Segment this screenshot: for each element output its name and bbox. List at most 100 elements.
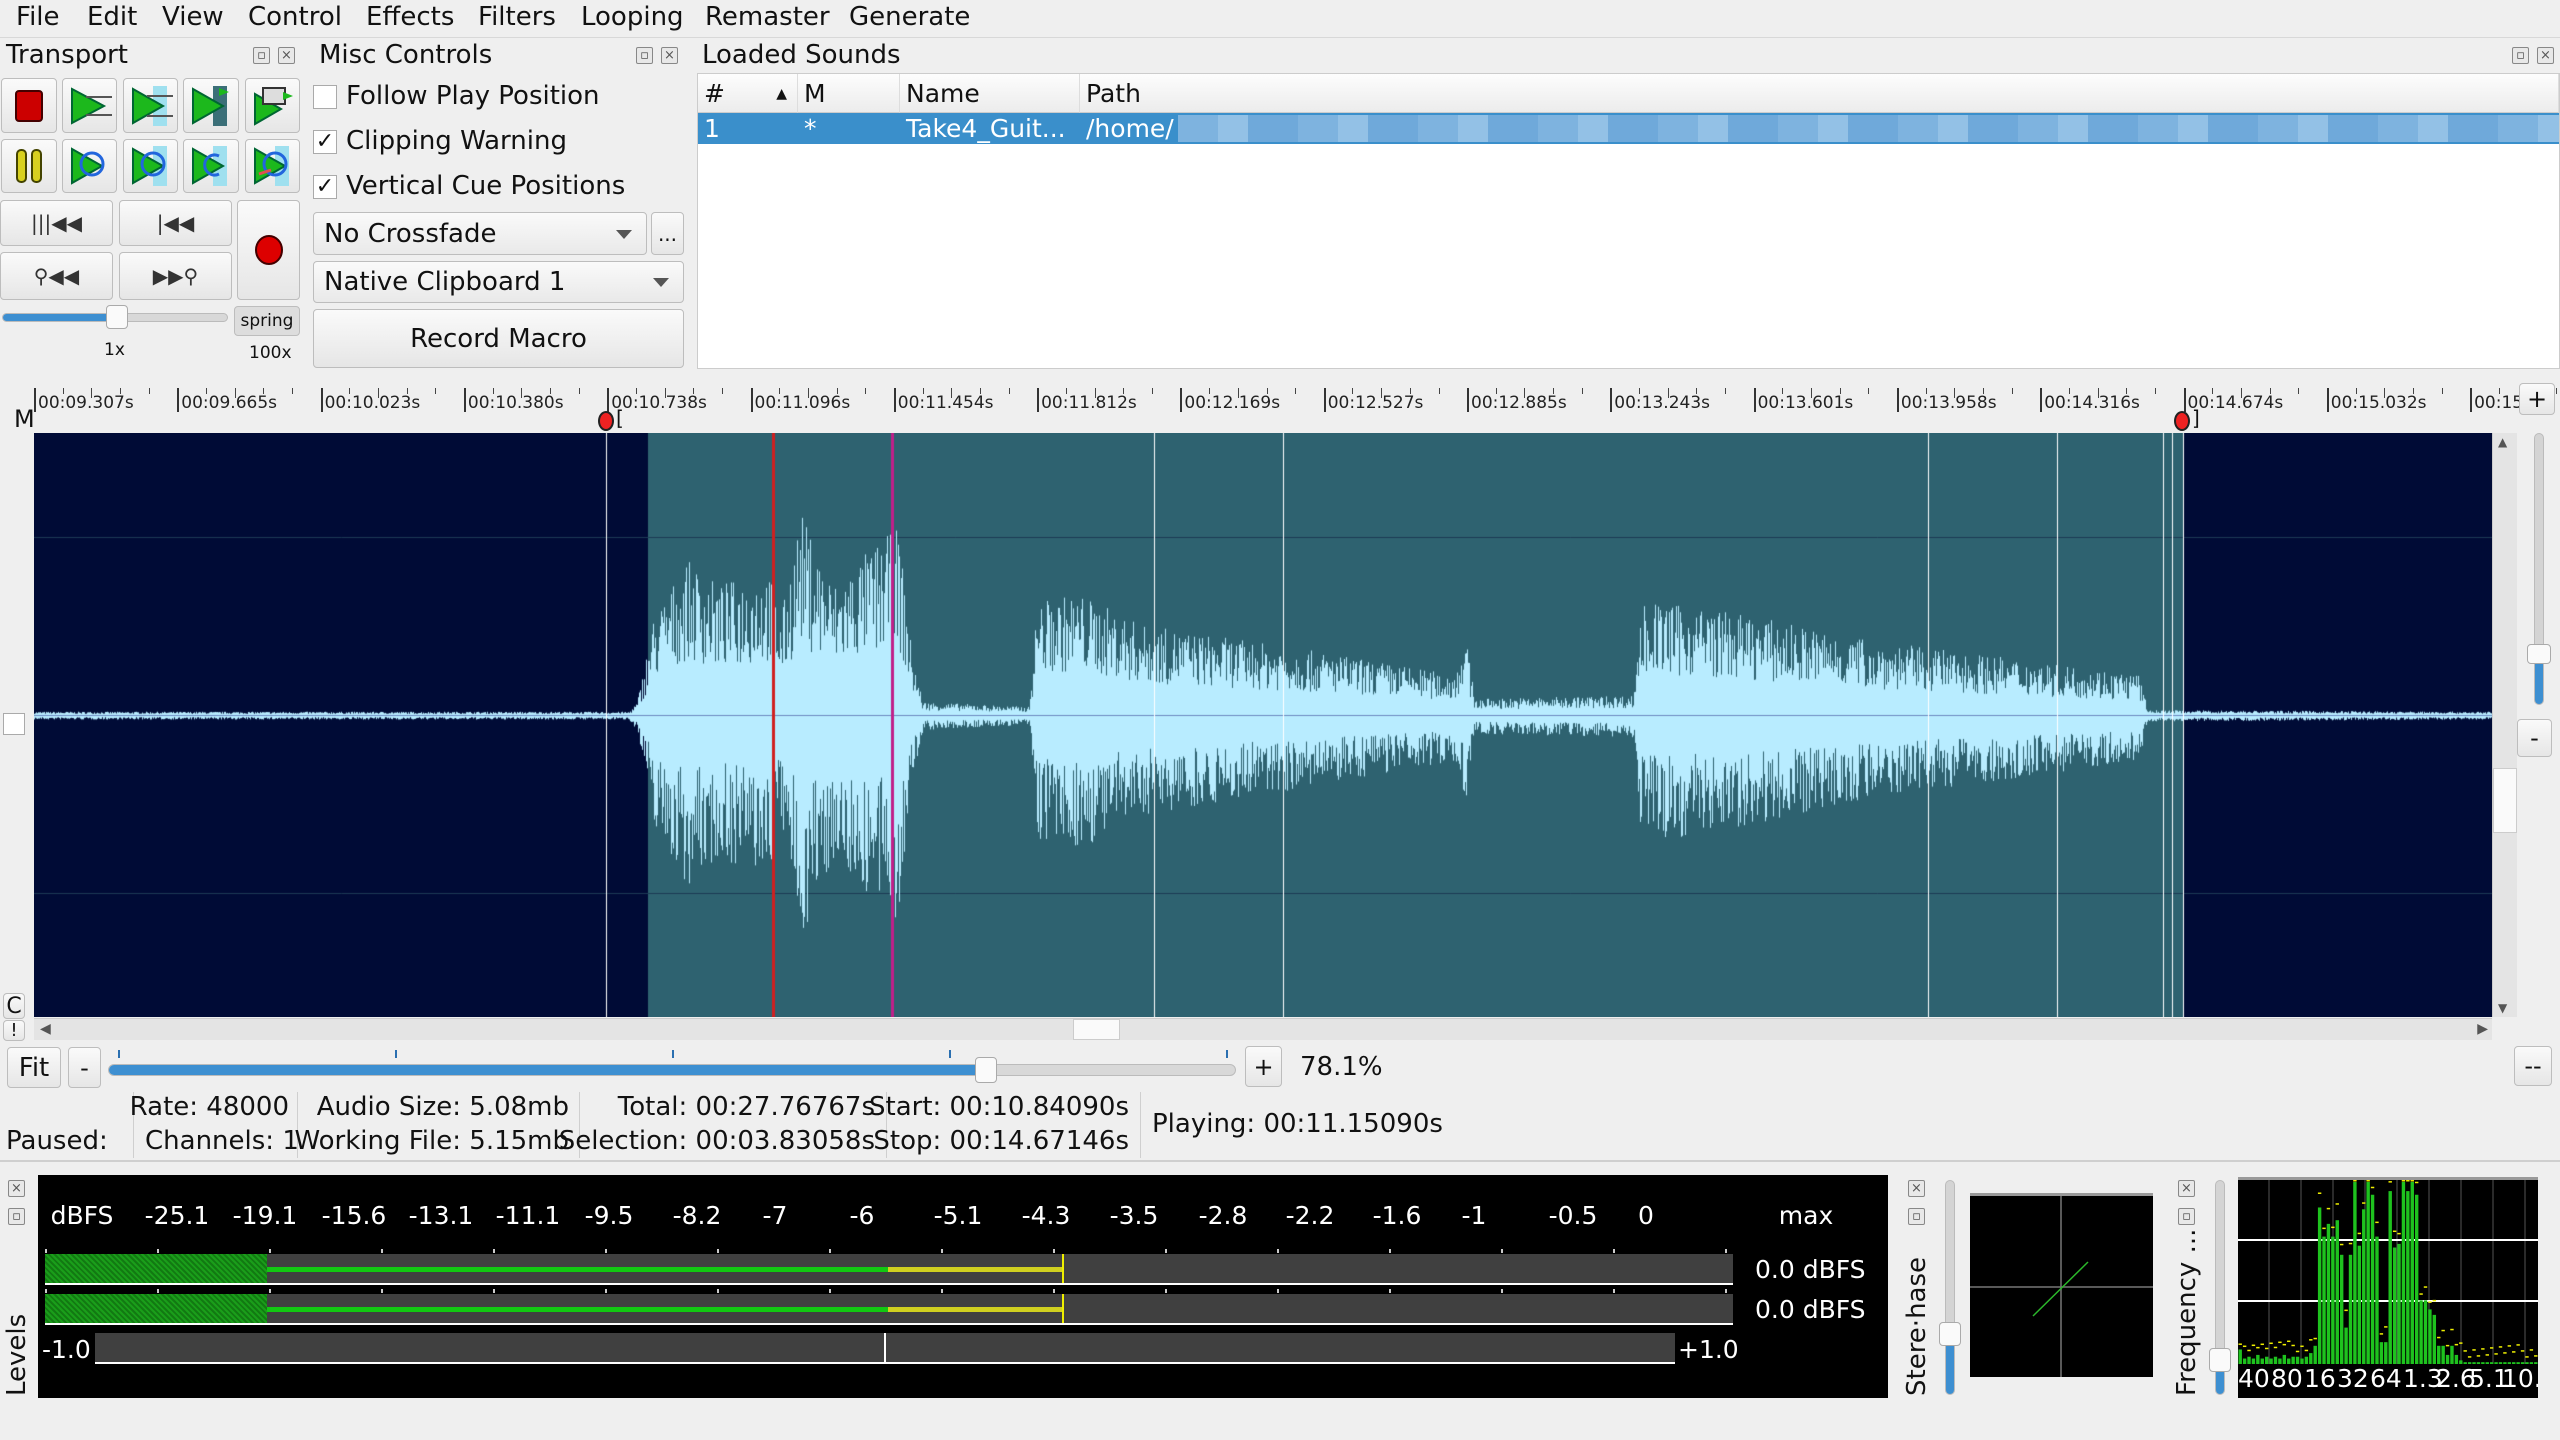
spectrum-bar (2238, 1349, 2242, 1364)
scroll-down-icon[interactable]: ▼ (2498, 1001, 2507, 1015)
vertical-scrollbar[interactable]: ▲ ▼ (2492, 433, 2517, 1017)
spectrum-peak (2273, 1346, 2278, 1349)
close-icon[interactable]: × (2537, 47, 2554, 64)
time-ruler[interactable]: 00:09.307s 00:09.665s 00:10.023s 00:10.380s… (0, 378, 2558, 428)
alert-button[interactable]: ! (3, 1020, 25, 1041)
spectrum-bar (2326, 1223, 2331, 1364)
ruler-tick-label: 00:13.601s (1753, 388, 1853, 413)
play-button[interactable] (62, 78, 117, 133)
fit-button[interactable]: Fit (7, 1047, 61, 1088)
spectrum-peak (2260, 1343, 2264, 1346)
float-icon[interactable]: ▫ (636, 47, 653, 64)
start-cue-marker-icon[interactable] (598, 411, 614, 431)
column-header-path[interactable]: Path (1080, 74, 2559, 113)
column-header-number[interactable]: # ▲ (698, 74, 798, 113)
clipping-warning-checkbox[interactable]: ✓ (313, 130, 337, 154)
float-icon[interactable]: ▫ (8, 1208, 25, 1225)
frequency-gain-handle[interactable] (2209, 1348, 2231, 1372)
frequency-label: 40 (2238, 1364, 2270, 1393)
clipboard-dropdown[interactable]: Native Clipboard 1 (313, 261, 684, 303)
close-icon[interactable]: × (2178, 1180, 2195, 1197)
speed-slider[interactable] (2, 305, 228, 329)
loaded-sounds-table: # ▲ M Name Path 1 * Take4_Guit... /home/ (697, 73, 2560, 369)
stop-cue-marker-icon[interactable] (2174, 411, 2190, 431)
rewind-button[interactable]: ⚲◀◀ (0, 252, 113, 300)
phase-gain-handle[interactable] (1939, 1322, 1961, 1346)
loop-skip-button[interactable] (245, 139, 300, 193)
horizontal-scrollbar[interactable]: ◀ ▶ (34, 1018, 2492, 1040)
menu-filters[interactable]: Filters (478, 2, 556, 32)
spring-button[interactable]: spring (234, 306, 300, 336)
menu-control[interactable]: Control (248, 2, 342, 32)
vertical-zoom-out-button[interactable]: - (2517, 719, 2552, 757)
zoom-slider[interactable] (108, 1057, 1236, 1083)
ruler-minor-tick (1581, 388, 1583, 394)
meter-tick (941, 1249, 943, 1253)
vertical-zoom-in-button[interactable]: + (2519, 383, 2555, 415)
jump-to-selection-start-button[interactable]: |◀◀ (119, 200, 232, 246)
scroll-right-icon[interactable]: ▶ (2477, 1021, 2488, 1037)
spectrum-peak (2401, 1180, 2406, 1182)
horizontal-scroll-handle[interactable] (1073, 1019, 1120, 1040)
column-header-modified[interactable]: M (798, 74, 900, 113)
float-icon[interactable]: ▫ (253, 47, 270, 64)
scroll-up-icon[interactable]: ▲ (2498, 435, 2507, 449)
vertical-zoom-handle[interactable] (2527, 644, 2551, 664)
play-selection-button[interactable] (123, 78, 178, 133)
menu-remaster[interactable]: Remaster (705, 2, 830, 32)
jump-to-start-button[interactable]: |||◀◀ (0, 200, 113, 246)
table-row[interactable]: 1 * Take4_Guit... /home/ (698, 113, 2559, 144)
spectrum-bar (2414, 1194, 2419, 1364)
marker-label: M (14, 405, 35, 433)
close-icon[interactable]: × (661, 47, 678, 64)
stop-button[interactable] (1, 78, 57, 133)
spectrum-peak (2441, 1329, 2445, 1332)
speed-slider-handle[interactable] (106, 305, 128, 329)
float-icon[interactable]: ▫ (2512, 47, 2529, 64)
menu-effects[interactable]: Effects (366, 2, 454, 32)
loop-gap-button[interactable] (183, 139, 239, 193)
vertical-scroll-handle[interactable] (2493, 768, 2517, 833)
ruler-minor-tick (1667, 388, 1669, 398)
phase-gain-slider[interactable] (1939, 1180, 1961, 1395)
scroll-left-icon[interactable]: ◀ (40, 1021, 51, 1037)
c-button[interactable]: C (3, 993, 25, 1019)
float-icon[interactable]: ▫ (1908, 1208, 1925, 1225)
reset-vertical-zoom-button[interactable]: -- (2514, 1046, 2552, 1086)
pause-button[interactable] (1, 139, 57, 193)
frequency-label: 16 (2304, 1364, 2336, 1393)
zoom-slider-handle[interactable] (975, 1057, 997, 1083)
vertical-zoom-slider[interactable] (2527, 433, 2551, 705)
waveform-canvas[interactable] (34, 433, 2492, 1017)
frequency-gain-slider[interactable] (2209, 1180, 2231, 1395)
record-macro-button[interactable]: Record Macro (313, 309, 684, 368)
ruler-minor-tick (2212, 388, 2214, 394)
loop-play-button[interactable] (62, 139, 117, 193)
crossfade-options-button[interactable]: ... (651, 212, 684, 255)
close-icon[interactable]: × (278, 47, 295, 64)
menu-edit[interactable]: Edit (87, 2, 137, 32)
meter-tick (717, 1249, 719, 1253)
menu-generate[interactable]: Generate (849, 2, 970, 32)
follow-play-position-checkbox[interactable] (313, 85, 337, 109)
close-icon[interactable]: × (8, 1180, 25, 1197)
spectrum-peak (2525, 1356, 2529, 1358)
play-monitor-button[interactable] (245, 78, 300, 133)
menu-view[interactable]: View (162, 2, 224, 32)
vertical-cue-positions-checkbox[interactable]: ✓ (313, 175, 337, 199)
close-icon[interactable]: × (1908, 1180, 1925, 1197)
float-icon[interactable]: ▫ (2178, 1208, 2195, 1225)
spectrum-peak (2309, 1339, 2313, 1341)
column-header-name[interactable]: Name (900, 74, 1080, 113)
play-to-end-button[interactable] (183, 78, 239, 133)
waveform-view[interactable] (34, 433, 2492, 1017)
zoom-out-button[interactable]: - (68, 1047, 101, 1088)
record-button[interactable] (237, 200, 300, 300)
menu-file[interactable]: File (16, 2, 60, 32)
zoom-in-button[interactable]: + (1245, 1046, 1282, 1087)
loop-selection-button[interactable] (123, 139, 178, 193)
menu-looping[interactable]: Looping (581, 2, 684, 32)
channel-select-checkbox[interactable] (3, 713, 25, 735)
fast-forward-button[interactable]: ▶▶⚲ (119, 252, 232, 300)
crossfade-dropdown[interactable]: No Crossfade (313, 212, 647, 255)
